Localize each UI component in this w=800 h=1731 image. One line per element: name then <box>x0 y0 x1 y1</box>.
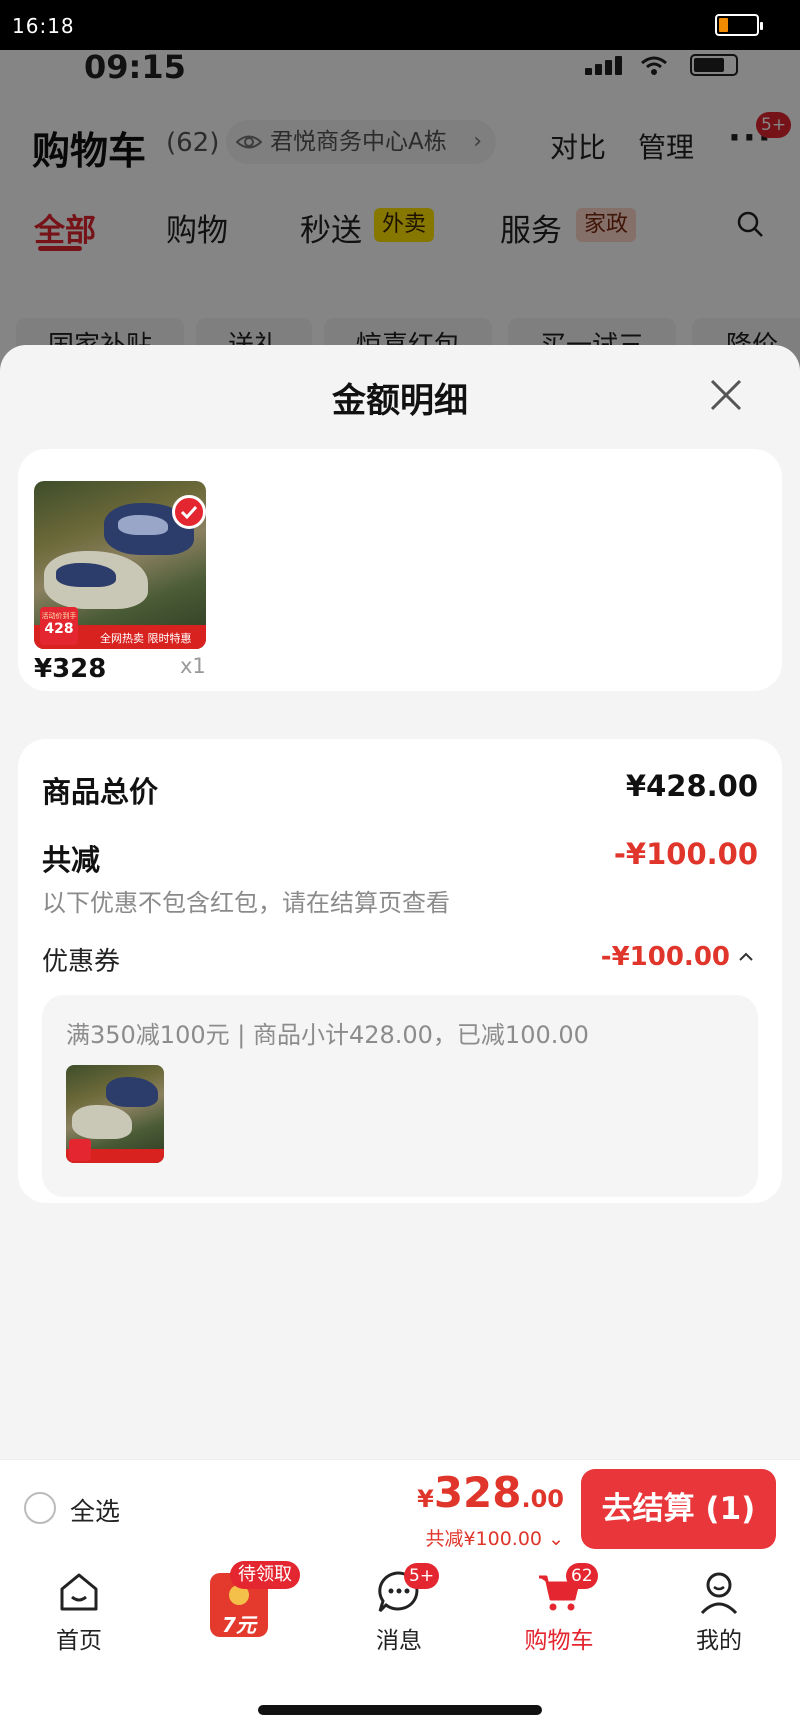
pending-badge: 待领取 <box>230 1561 300 1589</box>
tab-home[interactable]: 首页 <box>24 1569 134 1655</box>
tab-profile-label: 我的 <box>696 1628 742 1654</box>
product-card: 全网热卖 限时特惠 活动价到手 428 ¥328 x1 <box>18 449 782 691</box>
tab-messages-label: 消息 <box>376 1628 422 1654</box>
cart-badge: 62 <box>566 1563 598 1589</box>
tab-cart[interactable]: 购物车 <box>504 1569 614 1655</box>
battery-icon <box>715 14 763 36</box>
close-icon[interactable] <box>706 375 746 415</box>
product-thumbnail[interactable]: 全网热卖 限时特惠 活动价到手 428 <box>34 481 206 649</box>
system-status-bar: 16:18 <box>0 0 800 50</box>
promo-price-tag: 活动价到手 428 <box>40 607 78 645</box>
total-label: 商品总价 <box>42 775 159 809</box>
chevron-down-icon: ⌄ <box>548 1528 564 1550</box>
message-badge: 5+ <box>404 1563 440 1589</box>
total-integer: 328 <box>433 1468 522 1517</box>
discount-value: -¥100.00 <box>613 837 758 871</box>
system-time: 16:18 <box>12 14 75 38</box>
coupon-product-thumbnail <box>66 1065 164 1163</box>
price-summary-card: 商品总价 ¥428.00 共减 -¥100.00 以下优惠不包含红包，请在结算页… <box>18 739 782 1203</box>
tab-home-label: 首页 <box>56 1628 102 1654</box>
home-icon <box>60 1573 98 1611</box>
red-packet-amount: 7元 <box>222 1613 256 1637</box>
discount-label: 共减 <box>42 843 101 877</box>
currency-symbol: ¥ <box>417 1485 434 1513</box>
tab-profile[interactable]: 我的 <box>664 1569 774 1655</box>
tab-cart-label: 购物车 <box>524 1628 594 1654</box>
promo-small-label: 活动价到手 <box>41 612 77 620</box>
product-quantity: x1 <box>180 654 206 678</box>
coupon-description: 满350减100元 | 商品小计428.00，已减100.00 <box>66 1021 589 1049</box>
saved-amount[interactable]: 共减¥100.00 ⌄ <box>425 1524 564 1551</box>
select-all-radio[interactable] <box>24 1492 56 1524</box>
discount-note: 以下优惠不包含红包，请在结算页查看 <box>42 889 450 917</box>
coupon-value[interactable]: -¥100.00 <box>601 942 730 972</box>
select-all-label[interactable]: 全选 <box>70 1492 120 1528</box>
total-value: ¥428.00 <box>625 769 758 803</box>
profile-icon <box>700 1572 738 1615</box>
checkout-button[interactable]: 去结算 (1) <box>581 1469 776 1549</box>
sheet-title: 金额明细 <box>332 381 468 421</box>
total-decimal: .00 <box>521 1485 564 1513</box>
promo-price: 428 <box>44 621 74 637</box>
saved-amount-text: 共减¥100.00 <box>425 1528 543 1550</box>
coupon-detail-box: 满350减100元 | 商品小计428.00，已减100.00 <box>42 995 758 1197</box>
checkout-total: ¥328.00 <box>417 1468 564 1517</box>
selected-check-icon[interactable] <box>172 495 206 529</box>
promo-text: 全网热卖 限时特惠 <box>100 632 192 645</box>
home-indicator <box>258 1705 542 1715</box>
battery-fill <box>719 18 728 32</box>
coupon-label: 优惠券 <box>42 947 121 977</box>
bottom-tab-bar: 首页 7元 待领取 消息 5+ 购物车 62 我的 <box>0 1557 800 1731</box>
checkout-bar: 全选 ¥328.00 共减¥100.00 ⌄ 去结算 (1) <box>0 1459 800 1557</box>
product-price: ¥328 <box>34 654 107 684</box>
chevron-up-icon[interactable] <box>738 949 754 965</box>
